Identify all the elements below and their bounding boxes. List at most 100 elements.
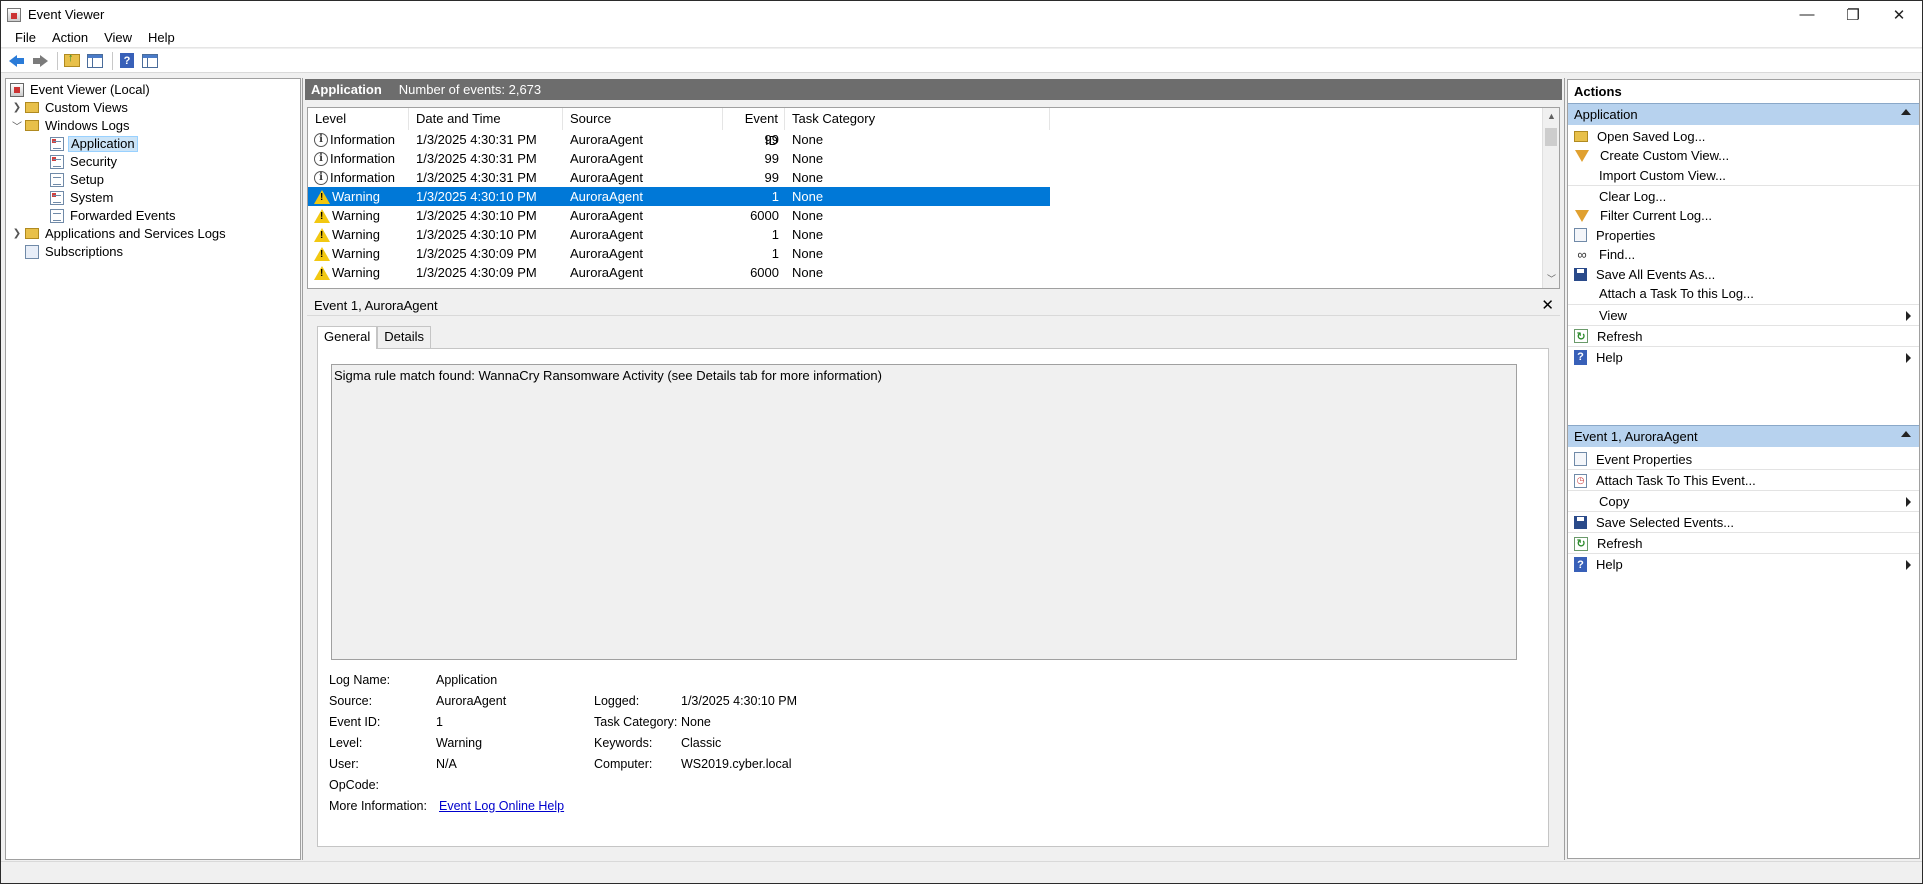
tree-item-apps-services-logs[interactable]: ❯ Applications and Services Logs (11, 225, 228, 242)
menu-file[interactable]: File (1, 30, 44, 45)
cell-task-category: None (792, 208, 824, 223)
tree-item-root[interactable]: Event Viewer (Local) (8, 81, 152, 98)
menu-action[interactable]: Action (44, 30, 96, 45)
cell-task-category: None (792, 227, 824, 242)
field-label-source: Source: (329, 694, 373, 708)
tree-item-label: System (70, 190, 114, 205)
blank-icon (1574, 167, 1590, 183)
restore-button[interactable]: ❐ (1830, 1, 1876, 28)
cell-event-id: 1 (771, 227, 779, 242)
action-copy[interactable]: Copy (1568, 490, 1919, 512)
event-description[interactable]: Sigma rule match found: WannaCry Ransomw… (331, 364, 1517, 660)
tree-item-windows-logs[interactable]: ﹀ Windows Logs (11, 117, 132, 134)
tree-item-setup[interactable]: Setup (48, 171, 106, 188)
back-button[interactable] (7, 51, 27, 71)
tree-item-label: Windows Logs (45, 118, 130, 133)
tree-item-application[interactable]: Application (48, 135, 138, 152)
menu-help[interactable]: Help (140, 30, 183, 45)
action-label: Filter Current Log... (1600, 208, 1712, 223)
action-refresh[interactable]: ↻ Refresh (1568, 324, 1919, 347)
events-scrollbar[interactable]: ▲ ﹀ (1542, 108, 1559, 288)
field-value-user: N/A (436, 757, 457, 771)
table-row[interactable]: Warning 1/3/2025 4:30:09 PM AuroraAgent 600… (308, 263, 1050, 282)
action-help[interactable]: ? Help (1568, 553, 1919, 575)
collapse-caret-icon[interactable] (1901, 109, 1911, 115)
close-detail-icon[interactable]: ✕ (1541, 296, 1554, 314)
column-header-source[interactable]: Source (563, 108, 723, 130)
action-save-selected-events[interactable]: Save Selected Events... (1568, 511, 1919, 533)
column-header-event-id[interactable]: Event ID (723, 108, 785, 148)
level-text: Warning (332, 208, 380, 223)
section-label: Application (1574, 107, 1638, 122)
table-row[interactable]: i Information 1/3/2025 4:30:31 PM AuroraAge… (308, 149, 1050, 168)
table-row[interactable]: Warning 1/3/2025 4:30:10 PM AuroraAgent 1 No… (308, 225, 1050, 244)
cell-source: AuroraAgent (570, 246, 643, 261)
table-row[interactable]: Warning 1/3/2025 4:30:09 PM AuroraAgent 1 No… (308, 244, 1050, 263)
table-row[interactable]: Warning 1/3/2025 4:30:10 PM AuroraAgent 1 No… (308, 187, 1050, 206)
field-label-opcode: OpCode: (329, 778, 380, 792)
tree-item-subscriptions[interactable]: Subscriptions (23, 243, 125, 260)
table-row[interactable]: Warning 1/3/2025 4:30:10 PM AuroraAgent 600… (308, 206, 1050, 225)
actions-section-event[interactable]: Event 1, AuroraAgent (1568, 425, 1919, 447)
expand-chevron-icon[interactable]: ❯ (11, 228, 23, 239)
action-label: Refresh (1597, 536, 1643, 551)
column-header-task-category[interactable]: Task Category (785, 108, 1050, 130)
tree-item-label: Subscriptions (45, 244, 124, 259)
action-attach-task-to-this-event[interactable]: ◷ Attach Task To This Event... (1568, 469, 1919, 491)
action-import-custom-view[interactable]: Import Custom View... (1568, 164, 1919, 186)
action-refresh[interactable]: ↻ Refresh (1568, 532, 1919, 554)
table-row[interactable]: i Information 1/3/2025 4:30:31 PM AuroraAge… (308, 130, 1050, 149)
folder-icon (25, 120, 39, 131)
cell-task-category: None (792, 151, 824, 166)
expand-chevron-icon[interactable]: ❯ (11, 102, 23, 113)
column-header-level[interactable]: Level (308, 108, 409, 130)
field-value-source: AuroraAgent (436, 694, 507, 708)
info-icon: i (314, 151, 328, 166)
scroll-thumb[interactable] (1545, 128, 1557, 146)
close-window-button[interactable]: ✕ (1876, 1, 1922, 28)
scroll-down-icon[interactable]: ﹀ (1543, 271, 1559, 288)
action-event-properties[interactable]: Event Properties (1568, 448, 1919, 470)
action-attach-a-task-to-this-log[interactable]: Attach a Task To this Log... (1568, 283, 1919, 305)
field-label-more-info: More Information: (329, 799, 427, 813)
cell-level: Warning (308, 246, 409, 261)
action-help[interactable]: ? Help (1568, 345, 1919, 368)
field-value-event-id: 1 (436, 715, 443, 729)
info-icon: i (314, 132, 328, 147)
menu-view[interactable]: View (96, 30, 140, 45)
column-header-date[interactable]: Date and Time (409, 108, 563, 130)
show-hide-console-tree-button[interactable] (85, 51, 105, 71)
forward-button[interactable] (30, 51, 50, 71)
scroll-up-icon[interactable]: ▲ (1543, 108, 1559, 125)
cell-task-category: None (792, 189, 824, 204)
field-label-computer: Computer: (594, 757, 653, 771)
filter-icon (1575, 209, 1589, 222)
cell-source: AuroraAgent (570, 132, 643, 147)
help-toolbar-button[interactable]: ? (117, 51, 137, 71)
tab-details[interactable]: Details (377, 326, 431, 348)
detail-tabs: General Details (317, 326, 431, 349)
tab-general[interactable]: General (317, 326, 378, 349)
tree-item-forwarded-events[interactable]: Forwarded Events (48, 207, 178, 224)
minimize-button[interactable]: — (1784, 1, 1830, 28)
event-detail-title: Event 1, AuroraAgent (314, 298, 438, 313)
up-one-level-button[interactable] (62, 51, 82, 71)
tree-item-custom-views[interactable]: ❯ Custom Views (11, 99, 130, 116)
collapse-caret-icon[interactable] (1901, 431, 1911, 437)
action-view[interactable]: View (1568, 303, 1919, 326)
tree-item-security[interactable]: Security (48, 153, 119, 170)
right-splitter[interactable] (1564, 78, 1565, 860)
collapse-chevron-icon[interactable]: ﹀ (11, 118, 23, 133)
title-bar: Event Viewer — ❐ ✕ (1, 1, 1922, 28)
left-splitter[interactable] (302, 78, 303, 860)
action-label: Import Custom View... (1599, 167, 1726, 183)
level-text: Warning (332, 246, 380, 261)
event-detail-header: Event 1, AuroraAgent ✕ (307, 296, 1560, 316)
event-log-online-help-link[interactable]: Event Log Online Help (439, 799, 564, 813)
log-icon (50, 154, 64, 169)
table-row[interactable]: i Information 1/3/2025 4:30:31 PM AuroraAge… (308, 168, 1050, 187)
actions-section-application[interactable]: Application (1568, 103, 1919, 125)
tree-item-system[interactable]: System (48, 189, 115, 206)
cell-event-id: 1 (771, 246, 779, 261)
show-hide-action-pane-button[interactable] (140, 51, 160, 71)
